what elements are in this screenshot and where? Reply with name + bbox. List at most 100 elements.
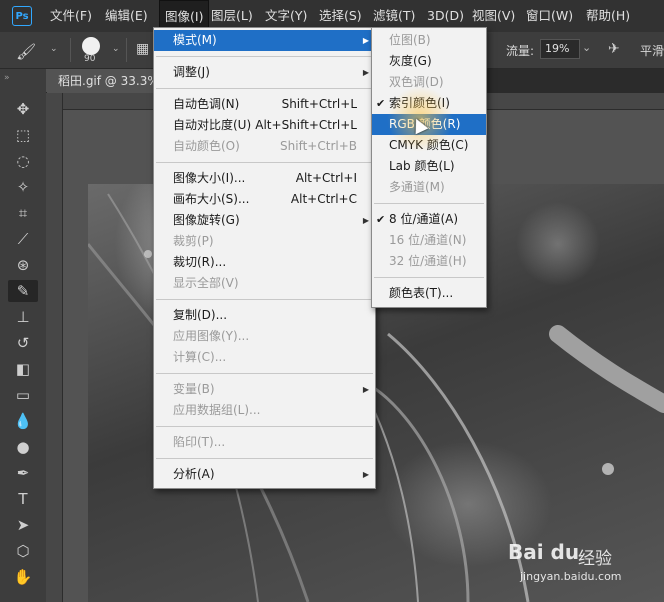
menu-item-label: 分析(A) <box>173 467 215 481</box>
menu-item-shortcut: Alt+Ctrl+C <box>290 192 357 206</box>
menu-item[interactable]: 变量(B) ▶ <box>154 379 375 400</box>
brush-tool-icon[interactable]: ✎ <box>8 280 38 302</box>
toolbar-header: » <box>0 69 46 92</box>
brush-preview-icon[interactable] <box>82 37 100 55</box>
crop-tool-icon[interactable]: ⌗ <box>8 202 38 224</box>
menu-item[interactable]: 灰度(G) <box>372 51 486 72</box>
menu-item-shortcut: Alt+Ctrl+I <box>295 171 357 185</box>
menu-item[interactable]: 裁切(R)... <box>154 252 375 273</box>
menu-item[interactable]: 裁剪(P) <box>154 231 375 252</box>
menu-item[interactable]: 陷印(T)... <box>154 432 375 453</box>
eyedropper-tool-icon[interactable]: ⟋ <box>8 228 38 250</box>
hand-tool-icon[interactable]: ✋ <box>8 566 38 588</box>
shape-tool-icon[interactable]: ⬡ <box>8 540 38 562</box>
menu-item[interactable]: 图像大小(I)... Alt+Ctrl+I <box>154 168 375 189</box>
menu-item[interactable]: 自动颜色(O) Shift+Ctrl+B <box>154 136 375 157</box>
move-tool-icon[interactable]: ✥ <box>8 98 38 120</box>
menu-item-label: 颜色表(T)... <box>389 286 454 300</box>
airbrush-icon[interactable]: ✈ <box>608 41 620 57</box>
menu-item[interactable]: 画布大小(S)... Alt+Ctrl+C <box>154 189 375 210</box>
menu-item[interactable]: 应用图像(Y)... <box>154 326 375 347</box>
submenu-arrow-icon: ▶ <box>362 385 369 394</box>
menu-divider <box>156 373 373 374</box>
marquee-tool-icon[interactable]: ⬚ <box>8 124 38 146</box>
blur-tool-icon[interactable]: 💧 <box>8 410 38 432</box>
menu-divider <box>156 426 373 427</box>
menu-item[interactable]: 自动对比度(U) Alt+Shift+Ctrl+L <box>154 115 375 136</box>
collapse-icon[interactable]: » <box>4 73 10 83</box>
menu-item[interactable]: ✔ 8 位/通道(A) <box>372 209 486 230</box>
menu-item-label: 应用图像(Y)... <box>173 329 250 343</box>
menu-item-label: 调整(J) <box>173 65 210 79</box>
menu-item-label: 变量(B) <box>173 382 215 396</box>
menu-item[interactable]: 图像旋转(G) ▶ <box>154 210 375 231</box>
menu-item-label: 位图(B) <box>389 33 431 47</box>
checkmark-icon: ✔ <box>376 97 386 110</box>
menu-item[interactable]: 计算(C)... <box>154 347 375 368</box>
menu-item-label: 计算(C)... <box>173 350 227 364</box>
menu-item-label: 自动色调(N) <box>173 97 240 111</box>
menu-item[interactable]: 32 位/通道(H) <box>372 251 486 272</box>
menu-item[interactable]: 帮助(H) <box>586 0 630 32</box>
submenu-arrow-icon: ▶ <box>362 36 369 45</box>
menu-item[interactable]: Lab 颜色(L) <box>372 156 486 177</box>
smoothing-label: 平滑 <box>640 44 664 58</box>
healing-brush-tool-icon[interactable]: ⊛ <box>8 254 38 276</box>
checkmark-icon: ✔ <box>376 213 386 226</box>
dodge-tool-icon[interactable]: ● <box>8 436 38 458</box>
menu-item-label: 裁剪(P) <box>173 234 214 248</box>
flow-label: 流量: <box>506 44 535 58</box>
history-brush-tool-icon[interactable]: ↺ <box>8 332 38 354</box>
flow-input[interactable]: 19% <box>540 39 580 59</box>
menu-divider <box>374 277 484 278</box>
menu-item-label: 多通道(M) <box>389 180 445 194</box>
chevron-down-icon[interactable]: ⌄ <box>50 44 58 54</box>
vertical-ruler <box>46 93 63 602</box>
magic-wand-tool-icon[interactable]: ✧ <box>8 176 38 198</box>
menu-item[interactable]: 16 位/通道(N) <box>372 230 486 251</box>
menu-item-label: Lab 颜色(L) <box>389 159 455 173</box>
menu-item[interactable]: 显示全部(V) <box>154 273 375 294</box>
menu-item-label: 应用数据组(L)... <box>173 403 261 417</box>
tools-panel: ✥ ⬚ ◌ ✧ ⌗ ⟋ ⊛ ✎ ⊥ ↺ ◧ ▭ 💧 ● ✒ T ➤ ⬡ ✋ <box>0 92 47 602</box>
menu-item[interactable]: 多通道(M) <box>372 177 486 198</box>
menu-item-label: 陷印(T)... <box>173 435 226 449</box>
mode-submenu: 位图(B)灰度(G)双色调(D)✔索引颜色(I)RGB 颜色(R)CMYK 颜色… <box>371 27 487 308</box>
gradient-tool-icon[interactable]: ▭ <box>8 384 38 406</box>
chevron-down-icon[interactable]: ⌄ <box>112 44 120 54</box>
menu-item[interactable]: 分析(A) ▶ <box>154 464 375 485</box>
watermark-jingyan: 经验 <box>578 549 612 569</box>
menu-item[interactable]: 编辑(E) <box>105 0 148 32</box>
eraser-tool-icon[interactable]: ◧ <box>8 358 38 380</box>
watermark-url: jingyan.baidu.com <box>520 570 622 583</box>
menu-item[interactable]: 复制(D)... <box>154 305 375 326</box>
pen-tool-icon[interactable]: ✒ <box>8 462 38 484</box>
menu-item-shortcut: Shift+Ctrl+L <box>281 97 357 111</box>
menu-item-shortcut: Alt+Shift+Ctrl+L <box>255 118 357 132</box>
submenu-arrow-icon: ▶ <box>362 68 369 77</box>
menu-item[interactable]: 窗口(W) <box>526 0 573 32</box>
brush-settings-icon[interactable]: ▦ <box>136 41 149 57</box>
menu-divider <box>156 458 373 459</box>
menu-item[interactable]: 颜色表(T)... <box>372 283 486 304</box>
menu-item[interactable]: 位图(B) <box>372 30 486 51</box>
menu-item-label: 显示全部(V) <box>173 276 239 290</box>
lasso-tool-icon[interactable]: ◌ <box>8 150 38 172</box>
path-selection-tool-icon[interactable]: ➤ <box>8 514 38 536</box>
divider <box>126 38 127 62</box>
brush-tool-icon[interactable]: 🖌 <box>16 42 36 61</box>
stamp-tool-icon[interactable]: ⊥ <box>8 306 38 328</box>
menu-item-label: 自动颜色(O) <box>173 139 240 153</box>
menu-item-label: 8 位/通道(A) <box>389 212 459 226</box>
menu-item[interactable]: 模式(M) ▶ <box>154 30 375 51</box>
menu-item[interactable]: 应用数据组(L)... <box>154 400 375 421</box>
menu-item-label: 16 位/通道(N) <box>389 233 467 247</box>
menu-item[interactable]: 调整(J) ▶ <box>154 62 375 83</box>
menu-item[interactable]: 文件(F) <box>50 0 92 32</box>
menu-divider <box>156 88 373 89</box>
type-tool-icon[interactable]: T <box>8 488 38 510</box>
brush-size-value: 90 <box>84 54 96 64</box>
menu-item[interactable]: 自动色调(N) Shift+Ctrl+L <box>154 94 375 115</box>
menu-divider <box>156 162 373 163</box>
chevron-down-icon[interactable]: ⌄ <box>582 41 591 54</box>
